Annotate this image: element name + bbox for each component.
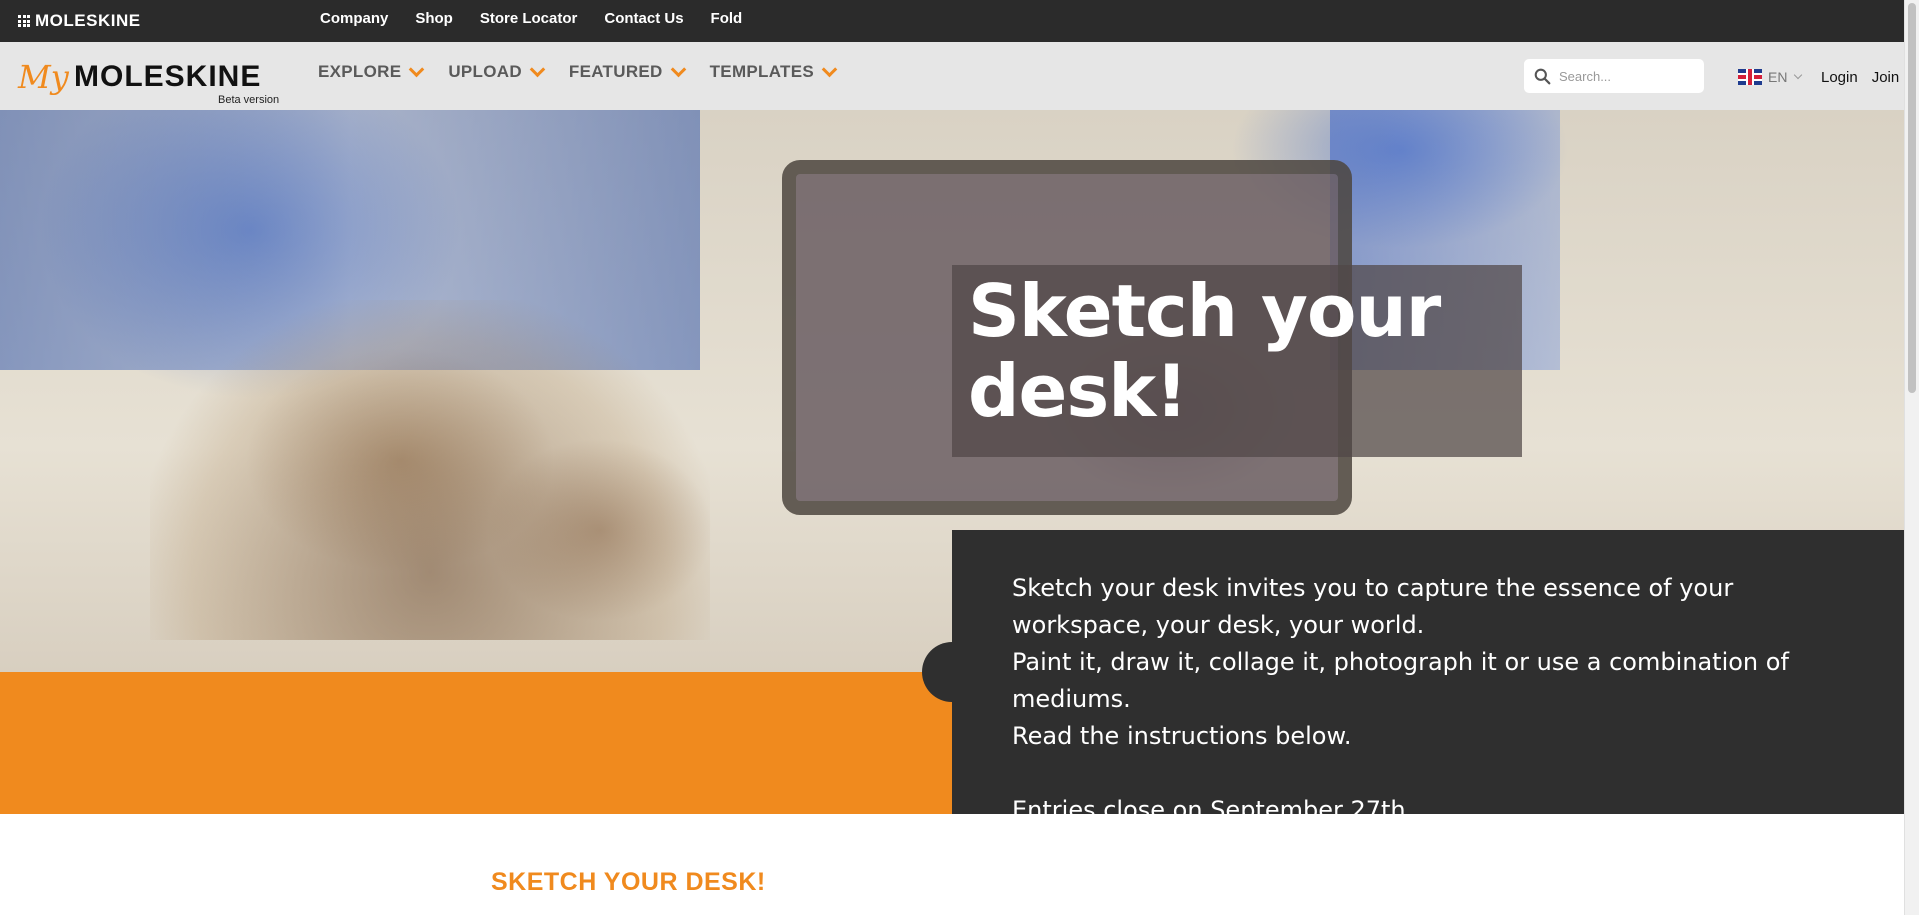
login-link[interactable]: Login	[1821, 69, 1858, 86]
main-navbar: My MOLESKINE Beta version EXPLORE UPLOAD…	[0, 42, 1904, 110]
search-input[interactable]	[1559, 68, 1689, 84]
scrollbar-thumb[interactable]	[1908, 3, 1916, 393]
menu-featured[interactable]: FEATURED	[568, 61, 686, 82]
hero-title: Sketch your desk!	[968, 269, 1441, 433]
logo-my: My	[18, 58, 69, 96]
brand-name: MOLESKINE	[35, 11, 141, 30]
top-links: Company Shop Store Locator Contact Us Fo…	[320, 10, 742, 27]
apps-grid-icon	[18, 15, 30, 27]
section-title: SKETCH YOUR DESK!	[491, 868, 766, 896]
menu-featured-label: FEATURED	[568, 62, 663, 81]
page-scrollbar[interactable]	[1904, 0, 1919, 915]
chevron-down-icon	[409, 61, 425, 77]
main-menu: EXPLORE UPLOAD FEATURED TEMPLATES	[318, 61, 838, 82]
auth-links: Login Join	[1821, 69, 1899, 86]
menu-templates[interactable]: TEMPLATES	[709, 61, 838, 82]
top-link-contact-us[interactable]: Contact Us	[604, 10, 683, 27]
top-link-store-locator[interactable]: Store Locator	[480, 10, 578, 27]
menu-upload[interactable]: UPLOAD	[448, 61, 546, 82]
hero-title-box: Sketch your desk!	[952, 265, 1522, 457]
chevron-down-icon	[529, 61, 546, 77]
pen-cups	[150, 300, 710, 640]
menu-upload-label: UPLOAD	[448, 62, 522, 81]
menu-templates-label: TEMPLATES	[709, 62, 815, 81]
hero-description-1: Sketch your desk invites you to capture …	[1012, 574, 1734, 639]
mymoleskine-logo[interactable]: My MOLESKINE Beta version	[18, 56, 288, 106]
hero-description-2: Paint it, draw it, collage it, photograp…	[1012, 648, 1789, 713]
chevron-down-icon	[821, 61, 838, 77]
search-box	[1524, 59, 1704, 93]
top-link-company[interactable]: Company	[320, 10, 388, 27]
join-link[interactable]: Join	[1872, 69, 1900, 86]
menu-explore-label: EXPLORE	[318, 62, 402, 81]
search-icon[interactable]	[1534, 68, 1551, 85]
top-bar: MOLESKINE Company Shop Store Locator Con…	[0, 0, 1904, 42]
hero-description-3: Read the instructions below.	[1012, 722, 1352, 750]
chevron-down-icon	[1794, 70, 1803, 80]
language-label: EN	[1768, 69, 1788, 85]
top-link-fold[interactable]: Fold	[711, 10, 743, 27]
moleskine-brand-link[interactable]: MOLESKINE	[18, 11, 141, 31]
menu-explore[interactable]: EXPLORE	[318, 61, 425, 82]
language-selector[interactable]: EN	[1738, 69, 1803, 85]
hero-deadline: Entries close on September 27th	[1012, 796, 1406, 814]
hero-banner: Sketch your desk! Sketch your desk invit…	[0, 110, 1904, 814]
uk-flag-icon	[1738, 69, 1762, 85]
chevron-down-icon	[670, 61, 686, 77]
top-link-shop[interactable]: Shop	[415, 10, 453, 27]
logo-moleskine: MOLESKINE	[74, 60, 262, 93]
orange-band	[0, 672, 952, 814]
hero-description-panel: Sketch your desk invites you to capture …	[952, 530, 1904, 814]
logo-beta-label: Beta version	[218, 94, 280, 106]
